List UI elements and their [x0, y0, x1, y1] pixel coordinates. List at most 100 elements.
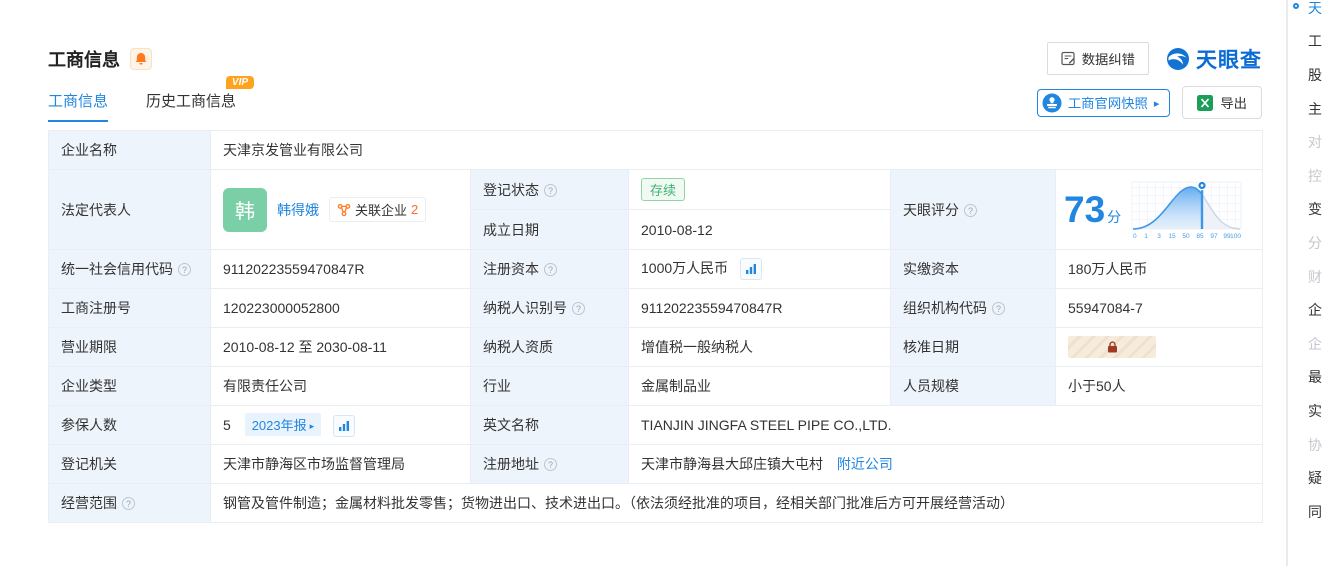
svg-text:100: 100: [1230, 233, 1241, 240]
header: 工商信息 数据纠错 天眼查: [48, 42, 1262, 75]
sidebar-item[interactable]: 最: [1288, 361, 1323, 395]
insured-count-label: 参保人数: [48, 405, 211, 445]
arrow-right-icon: [1154, 95, 1160, 110]
business-info-table: 企业名称 天津京发管业有限公司 法定代表人 韩 韩得娥 关联企业 2 登记状态?…: [48, 130, 1263, 523]
page-title: 工商信息: [48, 49, 120, 70]
export-label: 导出: [1220, 96, 1247, 111]
excel-icon: [1197, 94, 1214, 111]
reg-number-value: 120223000052800: [210, 288, 471, 328]
sidebar-item[interactable]: 财: [1288, 260, 1323, 294]
sidebar-item[interactable]: 实: [1288, 394, 1323, 428]
sidebar-item-label: 变: [1308, 201, 1322, 218]
reg-address-label: 注册地址: [483, 456, 539, 472]
header-right: 数据纠错 天眼查: [1046, 42, 1262, 75]
taxpayer-id-value: 91120223559470847R: [628, 288, 891, 328]
table-row: 参保人数 5 2023年报 英文名称 TIANJIN JINGFA STEEL …: [48, 405, 1263, 445]
company-type-label: 企业类型: [48, 366, 211, 406]
sidebar-item-label: 疑: [1308, 470, 1322, 487]
staff-size-value: 小于50人: [1055, 366, 1263, 406]
tab-history-label: 历史工商信息: [146, 93, 237, 110]
sidebar-item-label: 实: [1308, 402, 1322, 419]
insured-count-value: 5: [223, 416, 231, 433]
help-icon[interactable]: [964, 203, 977, 217]
tianyancha-logo[interactable]: 天眼查: [1165, 44, 1262, 74]
english-name-label: 英文名称: [470, 405, 629, 445]
logo-swirl-icon: [1167, 47, 1189, 70]
insured-count-value-cell: 5 2023年报: [210, 405, 471, 445]
company-name-value: 天津京发管业有限公司: [210, 130, 1263, 170]
legal-rep-avatar[interactable]: 韩: [223, 187, 267, 232]
sidebar-item[interactable]: 协: [1288, 428, 1323, 462]
sidebar-item-label: 协: [1308, 436, 1322, 453]
edit-document-icon: [1061, 51, 1075, 66]
reg-capital-label-cell: 注册资本: [470, 249, 629, 289]
bell-icon: [135, 52, 147, 65]
legal-rep-name-link[interactable]: 韩得娥: [277, 200, 319, 220]
capital-trend-button[interactable]: [740, 258, 763, 281]
sidebar-item[interactable]: 疑: [1288, 461, 1323, 495]
sidebar-item[interactable]: 工: [1288, 25, 1323, 59]
taxpayer-id-label: 纳税人识别号: [483, 300, 567, 316]
svg-text:1: 1: [1144, 233, 1148, 240]
approval-date-label: 核准日期: [890, 327, 1056, 367]
sidebar-item-label: 控: [1308, 167, 1322, 184]
help-icon[interactable]: [992, 302, 1005, 315]
sidebar-item[interactable]: 分: [1288, 226, 1323, 260]
arrow-right-icon: [307, 417, 315, 432]
sidebar-item-label: 股: [1308, 66, 1322, 83]
sidebar-item-label: 主: [1308, 100, 1322, 117]
svg-text:50: 50: [1183, 233, 1191, 240]
sidebar-item[interactable]: 企: [1288, 293, 1323, 327]
table-row: 法定代表人 韩 韩得娥 关联企业 2 登记状态? 存续 天眼评分? 73 分 0…: [48, 169, 1263, 250]
sidebar-item[interactable]: 变: [1288, 193, 1323, 227]
tab-business-info[interactable]: 工商信息: [48, 90, 109, 122]
paid-capital-label: 实缴资本: [890, 249, 1056, 289]
reg-address-value: 天津市静海县大邱庄镇大屯村: [641, 456, 823, 472]
sidebar-item-label: 工: [1308, 33, 1322, 50]
help-icon[interactable]: [122, 497, 135, 510]
taxpayer-id-label-cell: 纳税人识别号: [470, 288, 629, 328]
sidebar-item-label: 对: [1308, 134, 1322, 151]
tab-history-business-info[interactable]: 历史工商信息 VIP: [146, 76, 255, 122]
taxpayer-quality-label: 纳税人资质: [470, 327, 629, 367]
sidebar-item-label: 企: [1308, 335, 1322, 352]
locked-value[interactable]: [1068, 336, 1156, 358]
sidebar-item[interactable]: 对: [1288, 125, 1323, 159]
export-button[interactable]: 导出: [1182, 86, 1262, 119]
tab-business-label: 工商信息: [48, 93, 109, 110]
table-row: 经营范围 钢管及管件制造；金属材料批发零售；货物进出口、技术进出口。（依法须经批…: [48, 483, 1263, 523]
help-icon[interactable]: [544, 458, 557, 471]
related-count: 2: [411, 202, 419, 217]
related-companies-badge[interactable]: 关联企业 2: [329, 197, 427, 222]
anchor-sidebar: 天 工 股 主 对 控 变 分 财 企 企 最 实 协 疑 同: [1286, 0, 1323, 566]
sidebar-item[interactable]: 主: [1288, 92, 1323, 126]
legal-rep-label: 法定代表人: [48, 169, 211, 250]
reg-address-label-cell: 注册地址: [470, 444, 629, 484]
table-row: 工商注册号 120223000052800 纳税人识别号 91120223559…: [48, 288, 1263, 328]
help-icon[interactable]: [544, 183, 557, 197]
sidebar-item[interactable]: 控: [1288, 159, 1323, 193]
org-network-icon: [337, 203, 351, 216]
business-term-label: 营业期限: [48, 327, 211, 367]
annual-report-tag[interactable]: 2023年报: [244, 412, 322, 436]
help-icon[interactable]: [178, 263, 191, 276]
table-row: 登记机关 天津市静海区市场监督管理局 注册地址 天津市静海县大邱庄镇大屯村 附近…: [48, 444, 1263, 484]
data-correction-button[interactable]: 数据纠错: [1046, 42, 1149, 75]
score-unit: 分: [1107, 209, 1122, 225]
reg-authority-value: 天津市静海区市场监督管理局: [210, 444, 471, 484]
page: 工商信息 数据纠错 天眼查 工商信息 历史工商信息 VIP 工商官网快照 ▸ 导…: [0, 0, 1323, 566]
official-snapshot-button[interactable]: 工商官网快照: [1036, 88, 1171, 117]
help-icon[interactable]: [544, 263, 557, 276]
sidebar-item[interactable]: 企: [1288, 327, 1323, 361]
credit-code-value: 91120223559470847R: [210, 249, 471, 289]
help-icon[interactable]: [572, 302, 585, 315]
status-badge: 存续: [641, 178, 686, 201]
legal-rep-cell: 韩 韩得娥 关联企业 2: [210, 169, 471, 250]
sidebar-item[interactable]: 同: [1288, 495, 1323, 529]
credit-code-label-cell: 统一社会信用代码: [48, 249, 211, 289]
sidebar-item[interactable]: 股: [1288, 58, 1323, 92]
nearby-companies-link[interactable]: 附近公司: [837, 456, 893, 472]
subscribe-bell-button[interactable]: [130, 47, 152, 70]
sidebar-item[interactable]: 天: [1288, 0, 1323, 25]
insured-trend-button[interactable]: [333, 415, 356, 438]
